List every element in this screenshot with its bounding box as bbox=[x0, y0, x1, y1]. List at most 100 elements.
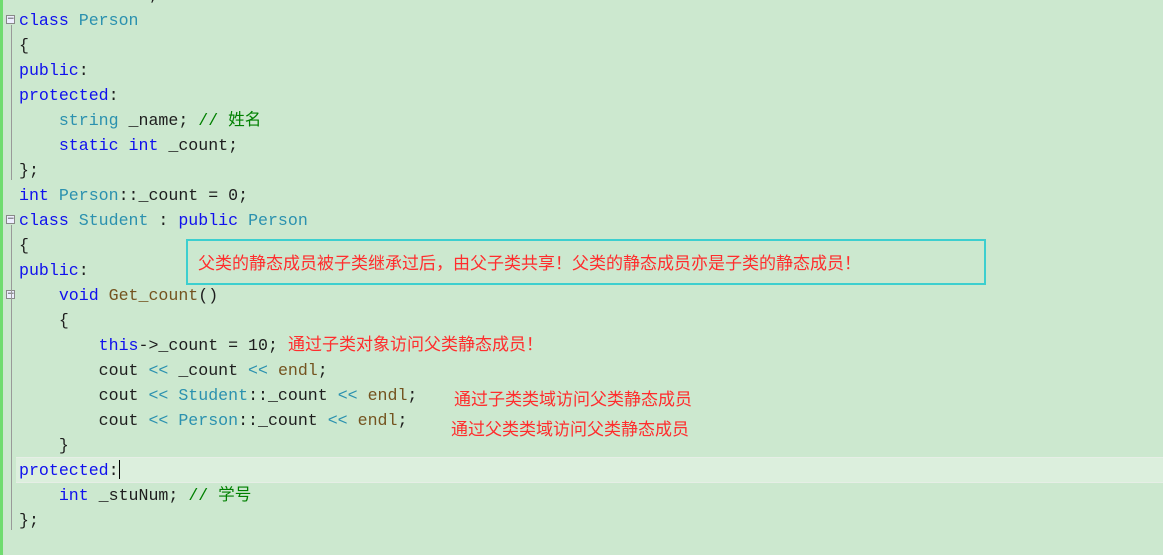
code-token: cout bbox=[19, 410, 149, 430]
code-token: << bbox=[337, 385, 358, 405]
code-line[interactable]: void Get_count() bbox=[19, 283, 417, 308]
code-line[interactable]: class Student : public Person bbox=[19, 208, 417, 233]
fold-guide bbox=[11, 225, 12, 530]
annotation-student-scope: 通过子类类域访问父类静态成员 bbox=[454, 390, 692, 410]
code-token: ; bbox=[148, 0, 168, 5]
code-token: Person bbox=[78, 10, 139, 30]
code-line[interactable]: { bbox=[19, 33, 417, 58]
code-token: << bbox=[148, 385, 169, 405]
code-token: ->_count = 10; bbox=[138, 335, 278, 355]
code-token: int bbox=[19, 185, 59, 205]
code-token: }; bbox=[19, 510, 39, 530]
code-token: Student bbox=[79, 0, 149, 5]
code-token: cout bbox=[19, 385, 149, 405]
code-line[interactable]: int _stuNum; // 学号 bbox=[19, 483, 417, 508]
code-token: string bbox=[58, 110, 119, 130]
code-token: class bbox=[19, 10, 79, 30]
code-token: endl bbox=[367, 385, 408, 405]
text-caret bbox=[118, 459, 120, 479]
code-token: int bbox=[58, 485, 89, 505]
code-token: Student bbox=[78, 210, 149, 230]
code-token: ::_count = 0; bbox=[118, 185, 249, 205]
code-token: : bbox=[108, 460, 119, 480]
code-token: ; bbox=[407, 385, 418, 405]
code-token: Person bbox=[248, 210, 308, 230]
code-token: cout bbox=[19, 360, 149, 380]
annotation-person-scope: 通过父类类域访问父类静态成员 bbox=[451, 420, 689, 440]
annotation-object-access: 通过子类对象访问父类静态成员！ bbox=[288, 335, 543, 355]
change-margin-bar bbox=[0, 0, 3, 555]
code-line[interactable]: protected: bbox=[19, 83, 417, 108]
code-token: // 姓名 bbox=[198, 110, 262, 130]
code-token: }; bbox=[19, 160, 39, 180]
code-token: Get_count bbox=[108, 285, 199, 305]
code-line[interactable]: class Person bbox=[19, 8, 417, 33]
code-token: protected bbox=[19, 85, 109, 105]
code-token: public bbox=[19, 60, 79, 80]
code-line[interactable]: static int _count; bbox=[19, 133, 417, 158]
code-token: { bbox=[19, 310, 69, 330]
code-token: { bbox=[19, 35, 29, 55]
code-line[interactable]: public: bbox=[19, 58, 417, 83]
code-line[interactable]: } bbox=[19, 433, 417, 458]
fold-guide bbox=[11, 25, 12, 180]
code-token: ; bbox=[397, 410, 408, 430]
collapse-icon[interactable]: − bbox=[6, 215, 15, 224]
code-line[interactable]: cout << _count << endl; bbox=[19, 358, 417, 383]
code-token: << bbox=[327, 410, 348, 430]
code-line[interactable]: }; bbox=[19, 158, 417, 183]
code-token: class bbox=[19, 210, 79, 230]
code-token: Student bbox=[178, 385, 249, 405]
code-token: class bbox=[19, 0, 79, 5]
code-token: this bbox=[98, 335, 139, 355]
code-token: endl bbox=[357, 410, 398, 430]
code-line[interactable]: }; bbox=[19, 508, 417, 533]
code-token: } bbox=[19, 435, 69, 455]
code-token: << bbox=[148, 360, 169, 380]
code-token: : bbox=[108, 85, 119, 105]
code-token: _stuNum; bbox=[88, 485, 189, 505]
code-token: endl bbox=[277, 360, 318, 380]
code-line[interactable]: string _name; // 姓名 bbox=[19, 108, 417, 133]
code-token: // 学号 bbox=[188, 485, 252, 505]
code-token: _count bbox=[168, 360, 249, 380]
code-token: << bbox=[248, 360, 268, 380]
code-token: ::_count bbox=[238, 410, 328, 430]
code-token: ::_count bbox=[248, 385, 338, 405]
code-token: static int bbox=[58, 135, 159, 155]
code-line[interactable]: { bbox=[19, 308, 417, 333]
code-token: { bbox=[19, 235, 29, 255]
code-token: Person bbox=[58, 185, 119, 205]
code-token: protected bbox=[19, 460, 109, 480]
code-line[interactable]: int Person::_count = 0; bbox=[19, 183, 417, 208]
code-token: ; bbox=[317, 360, 328, 380]
code-token: _name; bbox=[118, 110, 199, 130]
code-line[interactable]: cout << Student::_count << endl; bbox=[19, 383, 418, 408]
code-token: : bbox=[148, 210, 179, 230]
collapse-icon[interactable]: − bbox=[6, 15, 15, 24]
code-line[interactable]: cout << Person::_count << endl; bbox=[19, 408, 417, 433]
code-line[interactable]: protected: bbox=[19, 458, 417, 483]
code-line[interactable]: class Student; bbox=[19, 0, 417, 8]
annotation-box: 父类的静态成员被子类继承过后，由父子类共享！父类的静态成员亦是子类的静态成员！ bbox=[186, 239, 986, 285]
code-token: : bbox=[78, 260, 89, 280]
annotation-text: 父类的静态成员被子类继承过后，由父子类共享！父类的静态成员亦是子类的静态成员！ bbox=[198, 254, 861, 274]
code-token: () bbox=[198, 285, 219, 305]
code-token: : bbox=[78, 60, 89, 80]
code-token: public bbox=[19, 260, 79, 280]
code-token: _count; bbox=[158, 135, 239, 155]
code-token: << bbox=[148, 410, 169, 430]
code-token: public bbox=[178, 210, 249, 230]
code-token: void bbox=[58, 285, 109, 305]
code-token: Person bbox=[178, 410, 239, 430]
